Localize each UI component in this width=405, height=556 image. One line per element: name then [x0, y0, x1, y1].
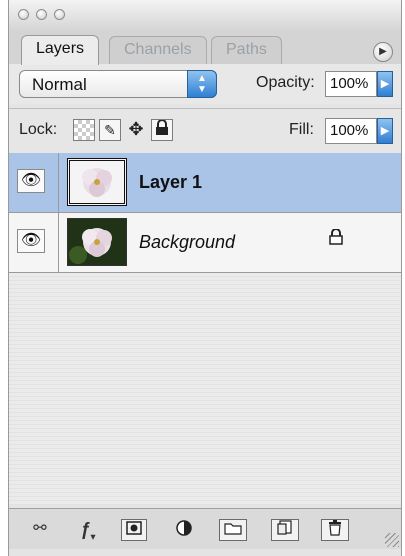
new-layer-icon[interactable]: [271, 519, 299, 541]
opacity-label: Opacity:: [256, 74, 315, 91]
layer-row[interactable]: 👁 Layer 1: [9, 153, 401, 213]
layer-thumbnail: [67, 218, 127, 266]
trash-icon[interactable]: [321, 519, 349, 541]
blend-mode-value: Normal: [32, 75, 87, 94]
lock-position-icon[interactable]: ✥: [125, 119, 147, 141]
tab-bar: Layers Channels Paths ▶: [9, 30, 401, 65]
tab-layers[interactable]: Layers: [21, 35, 100, 65]
blend-options-row: Normal ▲ ▼ Opacity: 100% ▶: [9, 64, 401, 104]
tab-channels[interactable]: Channels: [109, 36, 207, 64]
tab-paths[interactable]: Paths: [211, 36, 282, 64]
close-button[interactable]: [18, 9, 29, 20]
fill-slider-arrow-icon[interactable]: ▶: [377, 118, 393, 144]
visibility-cell: 👁: [9, 153, 59, 213]
lock-all-icon[interactable]: [151, 119, 173, 141]
layer-name: Background: [139, 232, 236, 252]
new-group-icon[interactable]: [219, 519, 247, 541]
lock-label: Lock:: [19, 121, 58, 138]
opacity-field[interactable]: 100%: [325, 71, 377, 97]
link-icon[interactable]: ⚯: [25, 519, 55, 541]
lock-row: Lock: ✎ ✥ Fill: 100% ▶: [9, 108, 401, 154]
visibility-cell: 👁: [9, 213, 59, 273]
layers-list: 👁 Layer 1 👁 Background: [9, 153, 401, 505]
lock-transparency-icon[interactable]: [73, 119, 95, 141]
layer-row[interactable]: 👁 Background: [9, 213, 401, 273]
panel-menu-icon[interactable]: ▶: [373, 42, 393, 62]
fill-label: Fill:: [289, 121, 314, 138]
zoom-button[interactable]: [54, 9, 65, 20]
fill-field[interactable]: 100%: [325, 118, 377, 144]
blend-mode-select[interactable]: Normal ▲ ▼: [19, 70, 217, 98]
layers-palette: Layers Channels Paths ▶ Normal ▲ ▼ Opacit…: [8, 0, 402, 556]
title-bar[interactable]: [9, 0, 401, 31]
eye-icon[interactable]: 👁: [17, 229, 45, 253]
lock-icon: [329, 228, 343, 250]
layer-style-icon[interactable]: ƒ▾: [73, 519, 103, 542]
resize-grip-icon[interactable]: [385, 533, 399, 547]
lock-brush-icon[interactable]: ✎: [99, 119, 121, 141]
mask-icon[interactable]: [121, 519, 147, 541]
bottom-toolbar: ⚯ ƒ▾: [9, 508, 401, 549]
layer-thumbnail: [67, 158, 127, 206]
chevron-updown-icon: ▲ ▼: [187, 70, 217, 98]
adjustment-layer-icon[interactable]: [169, 519, 199, 541]
layer-name: Layer 1: [139, 172, 203, 192]
minimize-button[interactable]: [36, 9, 47, 20]
opacity-slider-arrow-icon[interactable]: ▶: [377, 71, 393, 97]
eye-icon[interactable]: 👁: [17, 169, 45, 193]
